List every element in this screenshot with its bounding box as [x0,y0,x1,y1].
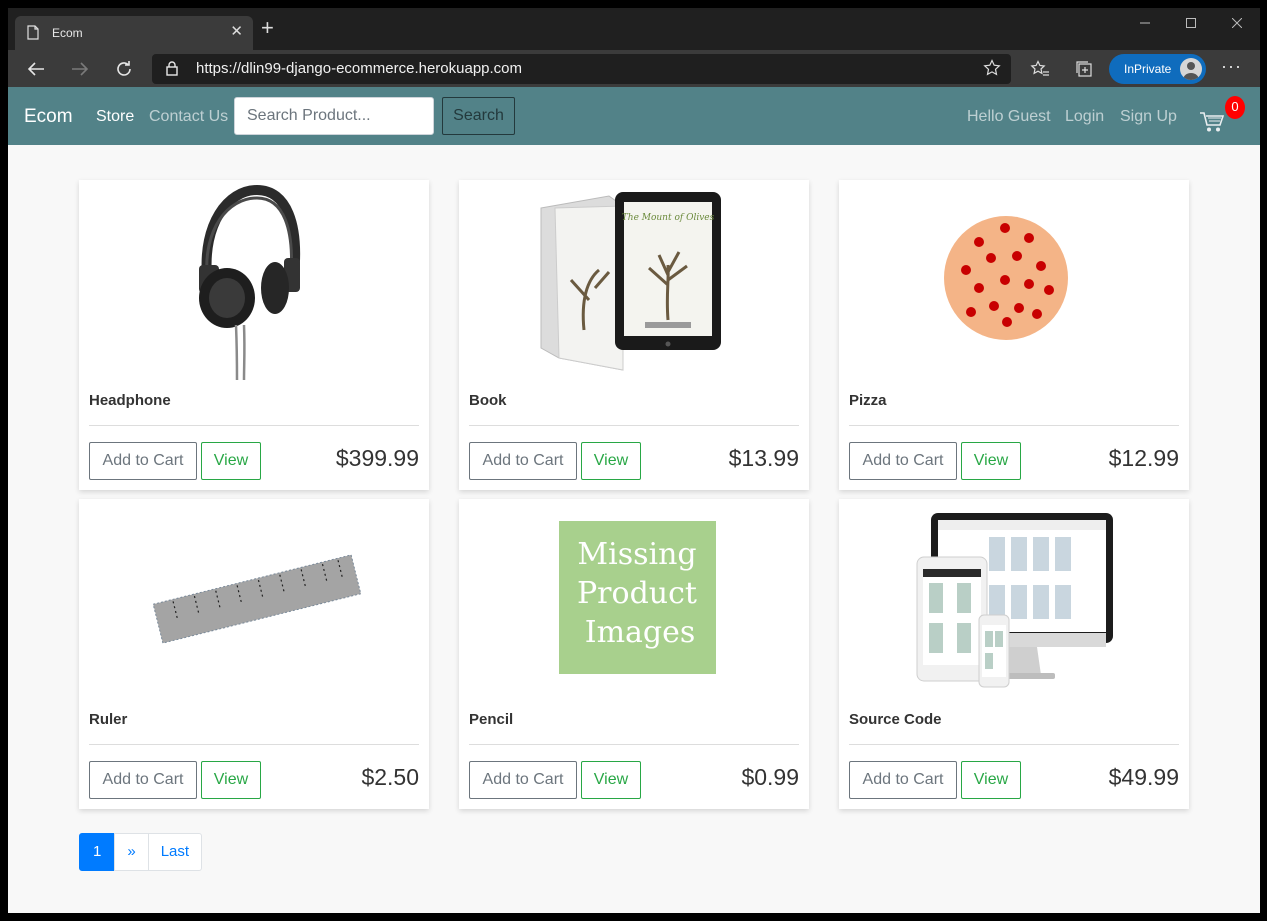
card-divider [849,744,1179,745]
product-image-ruler [79,499,429,699]
product-image-source-code [839,499,1189,699]
forward-arrow-icon[interactable] [68,57,92,81]
product-name: Book [469,392,507,409]
product-image-book: The Mount of Olives [459,180,809,380]
page-icon [27,25,39,43]
missing-image-text: Missing [577,537,696,572]
inprivate-button[interactable]: InPrivate [1109,54,1206,84]
product-price: $2.50 [361,764,419,790]
minimize-icon[interactable] [1122,8,1168,38]
search-input[interactable] [234,97,434,135]
close-tab-icon[interactable]: ✕ [230,22,243,40]
card-divider [89,744,419,745]
browser-toolbar: https://dlin99-django-ecommerce.herokuap… [8,50,1260,87]
site-navbar: Ecom Store Contact Us Search Hello Guest… [8,87,1260,145]
more-options-icon[interactable]: ··· [1221,56,1242,77]
view-button[interactable]: View [201,442,261,480]
product-image-pizza [839,180,1189,380]
product-card: Headphone Add to Cart View $399.99 [79,180,429,490]
next-page-link[interactable]: » [114,833,149,871]
view-button[interactable]: View [581,761,641,799]
collections-icon[interactable] [1073,58,1095,80]
page-1-link[interactable]: 1 [79,833,116,871]
favorite-star-icon[interactable] [983,59,1001,82]
window-controls [1122,8,1260,38]
add-to-cart-button[interactable]: Add to Cart [849,442,957,480]
missing-image-text: Product [577,576,697,611]
product-price: $12.99 [1108,445,1179,471]
svg-text:The Mount of Olives: The Mount of Olives [622,213,715,223]
search-button[interactable]: Search [442,97,515,135]
add-to-cart-button[interactable]: Add to Cart [89,442,197,480]
product-name: Ruler [89,711,128,728]
card-divider [89,425,419,426]
last-page-link[interactable]: Last [147,833,203,871]
inprivate-label: InPrivate [1124,62,1172,76]
greeting-text: Hello Guest [967,108,1051,125]
browser-window: Ecom ✕ + https://dlin99-django-ecommerce… [8,8,1260,913]
lock-icon [166,61,178,81]
product-card: Source Code Add to Cart View $49.99 [839,499,1189,809]
tab-title: Ecom [52,26,83,40]
view-button[interactable]: View [581,442,641,480]
product-price: $0.99 [741,764,799,790]
product-price: $399.99 [335,445,419,471]
close-window-icon[interactable] [1214,8,1260,38]
favorites-icon[interactable] [1029,58,1051,80]
cart-icon[interactable] [1199,111,1225,133]
browser-tab[interactable]: Ecom ✕ [15,16,253,50]
add-to-cart-button[interactable]: Add to Cart [849,761,957,799]
nav-link-signup[interactable]: Sign Up [1120,108,1177,126]
product-name: Pizza [849,392,887,409]
cart-count-badge: 0 [1225,96,1245,119]
nav-link-store[interactable]: Store [96,108,134,126]
refresh-icon[interactable] [112,57,136,81]
missing-image-text: Images [585,615,696,650]
product-name: Headphone [89,392,171,409]
card-divider [469,425,799,426]
nav-link-contact[interactable]: Contact Us [149,108,228,126]
add-to-cart-button[interactable]: Add to Cart [469,442,577,480]
product-card: The Mount of Olives Book Add to Cart Vie… [459,180,809,490]
brand-logo[interactable]: Ecom [24,106,73,128]
product-image-headphone [79,180,429,380]
nav-link-login[interactable]: Login [1065,108,1104,126]
maximize-icon[interactable] [1168,8,1214,38]
card-divider [849,425,1179,426]
product-name: Pencil [469,711,514,728]
product-image-missing: Missing Product Images [459,499,809,699]
view-button[interactable]: View [961,442,1021,480]
pagination: 1 » Last [79,833,203,871]
back-arrow-icon[interactable] [24,57,48,81]
product-name: Source Code [849,711,942,728]
product-card: Ruler Add to Cart View $2.50 [79,499,429,809]
url-text: https://dlin99-django-ecommerce.herokuap… [196,60,523,77]
add-to-cart-button[interactable]: Add to Cart [89,761,197,799]
profile-avatar-icon [1180,58,1202,80]
view-button[interactable]: View [201,761,261,799]
tab-strip: Ecom ✕ + [8,8,1260,50]
product-price: $13.99 [728,445,799,471]
product-price: $49.99 [1108,764,1179,790]
add-to-cart-button[interactable]: Add to Cart [469,761,577,799]
product-card: Missing Product Images Pencil Add to Car… [459,499,809,809]
new-tab-icon[interactable]: + [261,17,274,39]
address-bar[interactable]: https://dlin99-django-ecommerce.herokuap… [152,54,1011,84]
card-divider [469,744,799,745]
product-card: Pizza Add to Cart View $12.99 [839,180,1189,490]
view-button[interactable]: View [961,761,1021,799]
